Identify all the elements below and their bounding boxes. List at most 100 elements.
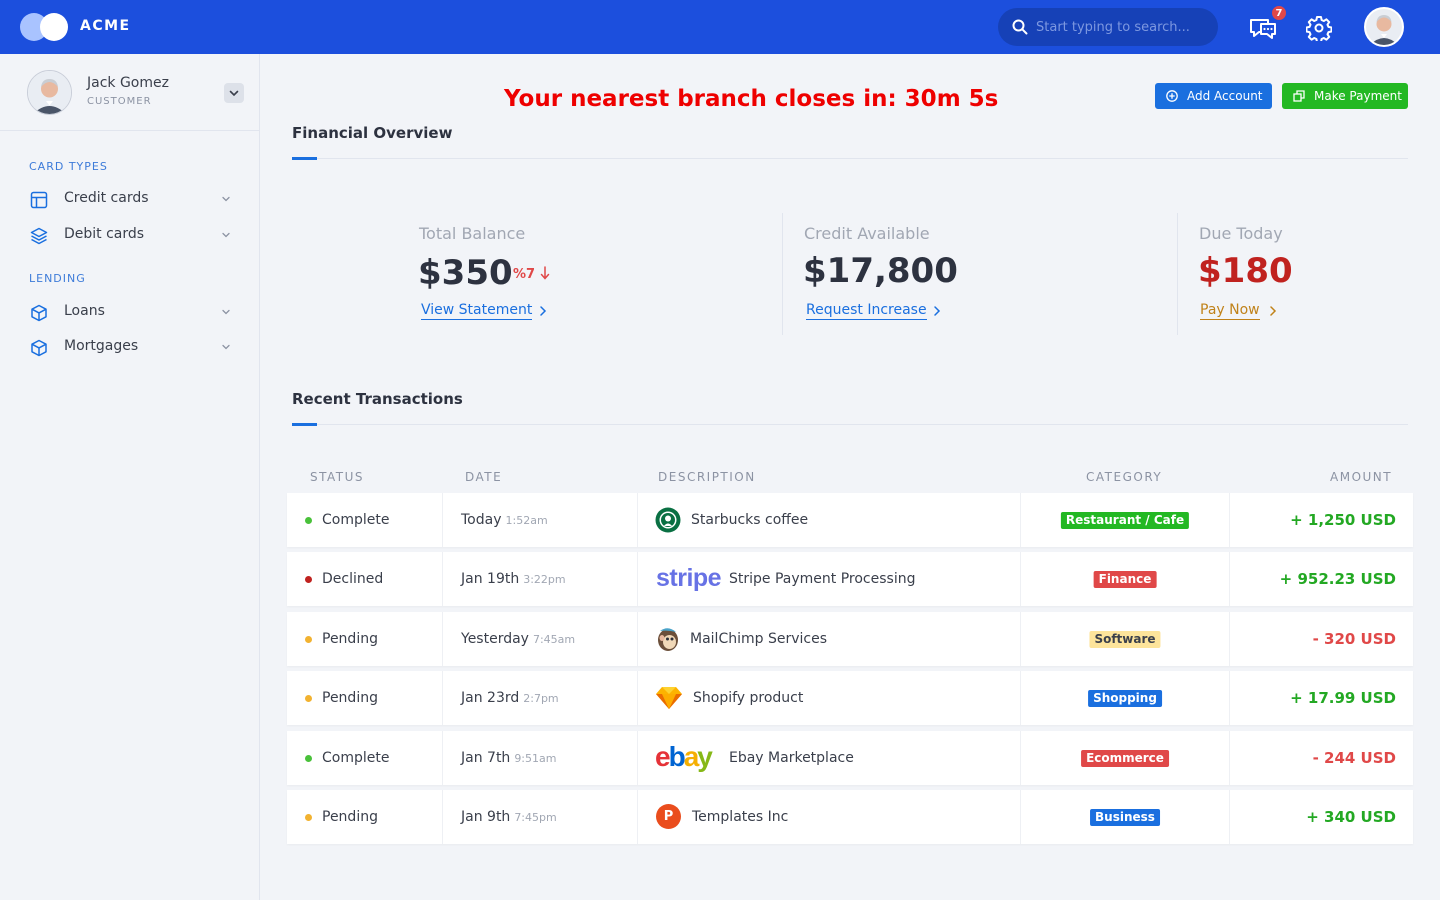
table-row[interactable]: Pending Jan 9th 7:45pm P Templates Inc Bu… (287, 790, 1413, 844)
time-value: 3:22pm (523, 573, 566, 586)
date-text: Jan 7th 9:51am (461, 750, 556, 766)
status-dot (305, 695, 312, 702)
stat-delta-value: %7 (513, 267, 536, 282)
cell-divider (1020, 552, 1021, 606)
section-label-lending: LENDING (29, 272, 86, 285)
status-dot (305, 814, 312, 821)
sidebar-item-loans[interactable]: Loans (20, 297, 242, 327)
category-badge: Ecommerce (1081, 750, 1169, 767)
amount-text: + 340 USD (1306, 808, 1396, 826)
branch-countdown: Your nearest branch closes in: 30m 5s (504, 86, 999, 112)
cell-divider (1229, 493, 1230, 547)
chevron-right-icon[interactable] (1268, 305, 1278, 317)
table-row[interactable]: Pending Jan 23rd 2:7pm Shopify product Sh… (287, 671, 1413, 725)
cell-divider (1020, 790, 1021, 844)
recent-transactions-title: Recent Transactions (292, 390, 463, 408)
description-text: Starbucks coffee (691, 512, 809, 528)
date-value: Today (461, 512, 502, 528)
time-value: 7:45pm (514, 811, 557, 824)
profile-role: CUSTOMER (87, 96, 152, 107)
acme-logo[interactable] (20, 13, 68, 41)
status-text: Pending (322, 631, 378, 647)
profile-avatar[interactable] (27, 70, 72, 115)
user-avatar[interactable] (1364, 7, 1404, 47)
stat-label-due-today: Due Today (1199, 224, 1283, 243)
status-text: Pending (322, 809, 378, 825)
cell-divider (442, 671, 443, 725)
starbucks-logo (655, 507, 681, 533)
pay-now-link[interactable]: Pay Now (1200, 302, 1260, 320)
svg-text:ebay: ebay (655, 743, 713, 772)
cell-divider (1229, 790, 1230, 844)
time-value: 7:45am (532, 633, 576, 646)
status-text: Declined (322, 571, 384, 587)
chevron-down-icon (222, 232, 230, 238)
search-box[interactable] (998, 8, 1218, 46)
table-row[interactable]: Declined Jan 19th 3:22pm stripe Stripe Pa… (287, 552, 1413, 606)
arrow-down-icon (540, 266, 549, 280)
date-text: Jan 19th 3:22pm (461, 571, 566, 587)
ebay-logo: ebay (655, 743, 715, 772)
search-input[interactable] (1036, 8, 1206, 46)
sidebar-item-label: Mortgages (64, 338, 139, 354)
view-statement-link[interactable]: View Statement (421, 302, 533, 320)
amount-text: - 244 USD (1312, 749, 1396, 767)
make-payment-button[interactable]: Make Payment (1282, 83, 1408, 109)
date-value: Yesterday (461, 631, 529, 647)
amount-text: + 952.23 USD (1279, 570, 1396, 588)
column-header-description[interactable]: DESCRIPTION (658, 470, 756, 484)
add-account-label: Add Account (1187, 89, 1263, 103)
chevron-right-icon[interactable] (538, 305, 548, 317)
cell-divider (442, 493, 443, 547)
column-header-category[interactable]: CATEGORY (1086, 470, 1162, 484)
cell-divider (637, 612, 638, 666)
box-icon (31, 339, 47, 357)
amount-text: + 1,250 USD (1290, 511, 1396, 529)
section-accent (292, 157, 317, 160)
category-badge: Restaurant / Cafe (1060, 512, 1190, 529)
brand-name: ACME (80, 18, 131, 34)
sidebar-item-label: Loans (64, 303, 105, 319)
box-icon (31, 304, 47, 322)
description-text: Templates Inc (692, 809, 789, 825)
stat-value-credit-available: $17,800 (803, 251, 958, 291)
column-header-amount[interactable]: AMOUNT (1330, 470, 1392, 484)
amount-text: + 17.99 USD (1290, 689, 1396, 707)
sidebar-item-credit-cards[interactable]: Credit cards (20, 184, 242, 214)
stat-divider (1177, 213, 1178, 335)
cell-divider (442, 790, 443, 844)
date-text: Today 1:52am (461, 512, 548, 528)
cell-divider (1229, 552, 1230, 606)
search-icon (1012, 19, 1028, 35)
sidebar: Jack Gomez CUSTOMER CARD TYPES Credit ca… (0, 54, 260, 900)
sidebar-item-debit-cards[interactable]: Debit cards (20, 220, 242, 250)
sidebar-item-mortgages[interactable]: Mortgages (20, 332, 242, 362)
table-row[interactable]: Pending Yesterday 7:45am MailChimp Servic… (287, 612, 1413, 666)
section-label-card-types: CARD TYPES (29, 160, 108, 173)
column-header-date[interactable]: DATE (465, 470, 502, 484)
category-badge: Shopping (1088, 690, 1162, 707)
gear-icon[interactable] (1306, 15, 1332, 41)
section-divider (292, 424, 1408, 425)
layers-icon (30, 227, 48, 245)
chevron-right-icon[interactable] (932, 305, 942, 317)
column-header-status[interactable]: STATUS (310, 470, 364, 484)
sidebar-item-label: Debit cards (64, 226, 145, 242)
add-account-button[interactable]: Add Account (1155, 83, 1272, 109)
date-value: Jan 23rd (461, 690, 520, 706)
date-value: Jan 9th (461, 809, 511, 825)
status-text: Complete (322, 750, 390, 766)
chevron-down-icon (222, 196, 230, 202)
cell-divider (1229, 612, 1230, 666)
producthunt-logo: P (656, 804, 681, 829)
profile-menu-toggle[interactable] (224, 83, 244, 103)
sidebar-item-label: Credit cards (64, 190, 149, 206)
table-row[interactable]: Complete Today 1:52am Starbucks coffee Re… (287, 493, 1413, 547)
cell-divider (637, 790, 638, 844)
request-increase-link[interactable]: Request Increase (806, 302, 927, 320)
cell-divider (637, 671, 638, 725)
stat-label-credit-available: Credit Available (804, 224, 930, 243)
logo-circle-right (40, 13, 68, 41)
table-row[interactable]: Complete Jan 7th 9:51am ebay Ebay Marketp… (287, 731, 1413, 785)
stat-value-due-today: $180 (1198, 251, 1293, 291)
